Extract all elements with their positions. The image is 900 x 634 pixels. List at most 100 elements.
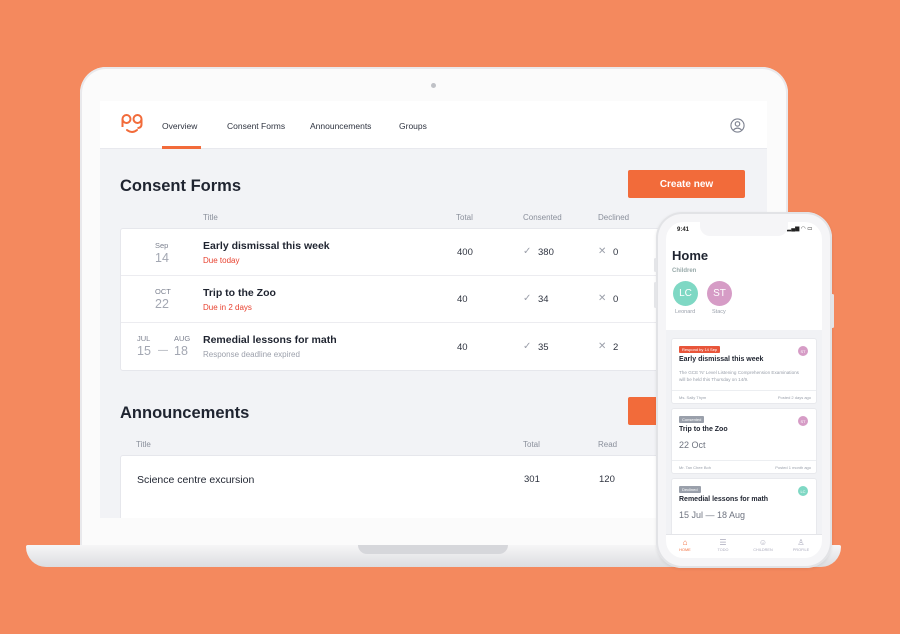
phone-button xyxy=(654,282,657,308)
row-total: 301 xyxy=(524,474,540,485)
child-name: Leonard xyxy=(675,309,696,315)
card-title: Early dismissal this week xyxy=(679,356,764,363)
card-author: Mr. Tan Chee Boh xyxy=(679,465,711,470)
row-total: 40 xyxy=(457,294,468,305)
row-status: Response deadline expired xyxy=(203,350,300,359)
status-icons: ▂▄▆ ◠ ▭ xyxy=(787,226,813,232)
card-posted: Posted 2 days ago xyxy=(777,395,811,400)
check-icon: ✓ xyxy=(523,246,532,257)
nav-active-indicator xyxy=(162,146,201,149)
row-status: Due today xyxy=(203,256,240,265)
date-day: 14 xyxy=(155,251,169,265)
phone-screen: 9:41 ▂▄▆ ◠ ▭ Home Children LC Leonard ST… xyxy=(666,222,822,558)
nav-consent-forms[interactable]: Consent Forms xyxy=(227,121,285,131)
date-day-start: 15 xyxy=(137,344,151,358)
date-month-end: AUG xyxy=(174,334,191,343)
row-read: 120 xyxy=(599,474,615,485)
tab-label: CHILDREN xyxy=(753,548,773,552)
row-status: Due in 2 days xyxy=(203,303,252,312)
col-declined: Declined xyxy=(598,213,630,222)
top-nav: Overview Consent Forms Announcements Gro… xyxy=(100,101,767,149)
phone-card[interactable]: Consented ST Trip to the Zoo 22 Oct Mr. … xyxy=(672,409,816,473)
laptop-camera xyxy=(431,83,436,88)
list-icon: ☰ xyxy=(719,538,727,547)
col-total: Total xyxy=(523,440,540,449)
home-icon: ⌂ xyxy=(682,538,688,547)
row-declined: 0 xyxy=(613,247,619,258)
card-description: The GCE 'N' Level Listening Comprehensio… xyxy=(679,370,799,382)
laptop-base-notch xyxy=(358,545,508,554)
col-read: Read xyxy=(598,440,618,449)
cross-icon: ✕ xyxy=(598,293,607,304)
card-badge: Declined xyxy=(679,486,701,493)
phone-device: 9:41 ▂▄▆ ◠ ▭ Home Children LC Leonard ST… xyxy=(654,212,834,568)
nav-overview[interactable]: Overview xyxy=(162,121,197,131)
phone-card[interactable]: Respond by 14 Sep ST Early dismissal thi… xyxy=(672,339,816,403)
row-declined: 2 xyxy=(613,342,619,353)
card-footer: Ms. Sally Thym Posted 2 days ago xyxy=(672,390,816,403)
date-range-dash: — xyxy=(158,345,168,356)
row-title: Trip to the Zoo xyxy=(203,287,276,299)
row-consented: 35 xyxy=(538,342,549,353)
row-title: Science centre excursion xyxy=(137,474,255,486)
cross-icon: ✕ xyxy=(598,341,607,352)
child-avatar[interactable]: ST xyxy=(707,281,732,306)
card-footer: Mr. Tan Chee Boh Posted 1 month ago xyxy=(672,460,816,473)
tab-todo[interactable]: ☰ TODO xyxy=(708,538,738,552)
tab-home[interactable]: ⌂ HOME xyxy=(670,538,700,552)
child-dot: ST xyxy=(798,346,808,356)
row-title: Early dismissal this week xyxy=(203,240,330,252)
child-name: Stacy xyxy=(712,309,726,315)
row-consented: 34 xyxy=(538,294,549,305)
check-icon: ✓ xyxy=(523,293,532,304)
col-consented: Consented xyxy=(523,213,562,222)
child-dot: ST xyxy=(798,416,808,426)
card-author: Ms. Sally Thym xyxy=(679,395,707,400)
consent-forms-heading: Consent Forms xyxy=(120,177,242,195)
card-posted: Posted 1 month ago xyxy=(775,465,811,470)
row-total: 400 xyxy=(457,247,473,258)
card-badge: Respond by 14 Sep xyxy=(679,346,721,353)
announcements-heading: Announcements xyxy=(120,404,250,422)
phone-button xyxy=(654,258,657,272)
phone-tab-bar: ⌂ HOME ☰ TODO ☺ CHILDREN ♙ PROFILE xyxy=(666,534,822,558)
card-title: Trip to the Zoo xyxy=(679,426,728,433)
children-label: Children xyxy=(672,268,697,274)
user-account-icon[interactable] xyxy=(730,118,745,133)
pg-logo-icon[interactable] xyxy=(120,112,144,136)
tab-label: TODO xyxy=(717,548,729,552)
date-day: 22 xyxy=(155,297,169,311)
child-dot: LC xyxy=(798,486,808,496)
nav-announcements[interactable]: Announcements xyxy=(310,121,371,131)
col-total: Total xyxy=(456,213,473,222)
status-time: 9:41 xyxy=(677,227,690,233)
tab-label: PROFILE xyxy=(792,548,810,552)
card-date: 15 Jul — 18 Aug xyxy=(679,510,746,520)
date-month: Sep xyxy=(155,241,169,250)
child-avatar[interactable]: LC xyxy=(673,281,698,306)
date-day-end: 18 xyxy=(174,344,188,358)
phone-button xyxy=(831,294,834,328)
phone-notch xyxy=(700,222,788,236)
card-date: 22 Oct xyxy=(679,440,706,450)
tab-profile[interactable]: ♙ PROFILE xyxy=(786,538,816,552)
check-icon: ✓ xyxy=(523,341,532,352)
create-new-button[interactable]: Create new xyxy=(628,170,745,198)
person-icon: ♙ xyxy=(797,538,805,547)
phone-header: 9:41 ▂▄▆ ◠ ▭ Home Children LC Leonard ST… xyxy=(666,222,822,330)
nav-groups[interactable]: Groups xyxy=(399,121,427,131)
tab-label: HOME xyxy=(679,548,691,552)
phone-title: Home xyxy=(672,248,709,263)
smiley-icon: ☺ xyxy=(758,538,768,547)
cross-icon: ✕ xyxy=(598,246,607,257)
row-title: Remedial lessons for math xyxy=(203,334,337,346)
date-month: OCT xyxy=(155,287,171,296)
row-total: 40 xyxy=(457,342,468,353)
col-title: Title xyxy=(203,213,218,222)
tab-children[interactable]: ☺ CHILDREN xyxy=(748,538,778,552)
card-badge: Consented xyxy=(679,416,705,423)
card-title: Remedial lessons for math xyxy=(679,496,769,503)
col-title: Title xyxy=(136,440,151,449)
row-consented: 380 xyxy=(538,247,554,258)
date-month-start: JUL xyxy=(137,334,151,343)
